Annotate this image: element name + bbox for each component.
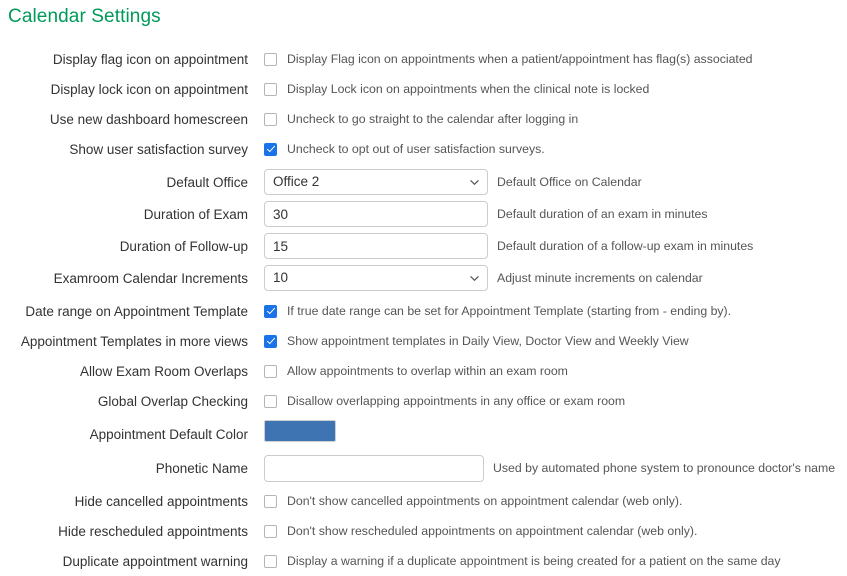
setting-label-duplicate-appointment-warning: Duplicate appointment warning (62, 554, 248, 569)
setting-control-date-range-appointment-template: If true date range can be set for Appoin… (248, 296, 847, 326)
setting-label-duration-of-followup: Duration of Follow-up (119, 239, 248, 254)
setting-label-appointment-templates-more-views: Appointment Templates in more views (20, 334, 248, 349)
setting-hint-hide-cancelled-appointments: Don't show cancelled appointments on app… (287, 493, 683, 508)
checkbox-new-dashboard-homescreen[interactable] (264, 112, 277, 126)
setting-row-display-lock-icon: Display lock icon on appointment Display… (0, 74, 847, 104)
checkbox-allow-exam-room-overlaps[interactable] (264, 364, 277, 378)
examroom-calendar-increments-select[interactable]: 10 (264, 265, 488, 291)
checkbox-hide-rescheduled-appointments[interactable] (264, 524, 277, 538)
setting-row-phonetic-name: Phonetic Name Used by automated phone sy… (0, 452, 847, 484)
setting-hint-phonetic-name: Used by automated phone system to pronou… (493, 460, 836, 475)
setting-control-new-dashboard-homescreen: Uncheck to go straight to the calendar a… (248, 104, 847, 134)
setting-label-default-office: Default Office (166, 175, 248, 190)
calendar-settings-page: Calendar Settings Display flag icon on a… (0, 0, 847, 571)
setting-control-appointment-templates-more-views: Show appointment templates in Daily View… (248, 326, 847, 356)
setting-row-duplicate-appointment-warning: Duplicate appointment warning Display a … (0, 546, 847, 576)
setting-row-hide-rescheduled-appointments: Hide rescheduled appointments Don't show… (0, 516, 847, 546)
setting-hint-display-flag-icon: Display Flag icon on appointments when a… (287, 51, 753, 66)
checkbox-date-range-appointment-template[interactable] (264, 304, 277, 318)
setting-hint-new-dashboard-homescreen: Uncheck to go straight to the calendar a… (287, 111, 579, 126)
setting-row-global-overlap-checking: Global Overlap Checking Disallow overlap… (0, 386, 847, 416)
setting-control-hide-cancelled-appointments: Don't show cancelled appointments on app… (248, 486, 847, 516)
duration-of-exam-input[interactable] (264, 201, 488, 227)
setting-control-duration-of-followup: Default duration of a follow-up exam in … (248, 230, 847, 262)
setting-control-appointment-default-color (248, 418, 847, 452)
setting-control-duration-of-exam: Default duration of an exam in minutes (248, 198, 847, 230)
setting-hint-duration-of-exam: Default duration of an exam in minutes (497, 206, 708, 221)
setting-hint-global-overlap-checking: Disallow overlapping appointments in any… (287, 393, 626, 408)
setting-hint-date-range-appointment-template: If true date range can be set for Appoin… (287, 303, 732, 318)
setting-label-display-lock-icon: Display lock icon on appointment (50, 82, 248, 97)
page-title: Calendar Settings (8, 6, 161, 27)
setting-hint-default-office: Default Office on Calendar (497, 174, 642, 189)
setting-control-allow-exam-room-overlaps: Allow appointments to overlap within an … (248, 356, 847, 386)
setting-control-hide-rescheduled-appointments: Don't show rescheduled appointments on a… (248, 516, 847, 546)
setting-label-examroom-calendar-increments: Examroom Calendar Increments (53, 271, 248, 286)
setting-control-global-overlap-checking: Disallow overlapping appointments in any… (248, 386, 847, 416)
setting-row-appointment-templates-more-views: Appointment Templates in more views Show… (0, 326, 847, 356)
setting-row-user-satisfaction-survey: Show user satisfaction survey Uncheck to… (0, 134, 847, 164)
setting-label-duration-of-exam: Duration of Exam (143, 207, 248, 222)
setting-label-hide-cancelled-appointments: Hide cancelled appointments (74, 494, 248, 509)
setting-label-global-overlap-checking: Global Overlap Checking (97, 394, 248, 409)
setting-row-appointment-default-color: Appointment Default Color (0, 418, 847, 452)
setting-label-phonetic-name: Phonetic Name (155, 461, 248, 476)
default-office-select[interactable]: Office 2 (264, 169, 488, 195)
setting-hint-user-satisfaction-survey: Uncheck to opt out of user satisfaction … (287, 141, 545, 156)
setting-label-hide-rescheduled-appointments: Hide rescheduled appointments (58, 524, 248, 539)
setting-control-phonetic-name: Used by automated phone system to pronou… (248, 452, 847, 484)
setting-label-new-dashboard-homescreen: Use new dashboard homescreen (49, 112, 248, 127)
checkbox-duplicate-appointment-warning[interactable] (264, 554, 277, 568)
duration-of-followup-input[interactable] (264, 233, 488, 259)
setting-hint-duplicate-appointment-warning: Display a warning if a duplicate appoint… (287, 553, 781, 568)
phonetic-name-input[interactable] (264, 454, 484, 482)
checkbox-display-lock-icon[interactable] (264, 82, 277, 96)
checkbox-global-overlap-checking[interactable] (264, 394, 277, 408)
default-office-select-wrapper: Office 2 (264, 169, 488, 195)
setting-hint-examroom-calendar-increments: Adjust minute increments on calendar (497, 270, 703, 285)
setting-label-display-flag-icon: Display flag icon on appointment (52, 52, 248, 67)
setting-row-default-office: Default Office Office 2 Default Office o… (0, 166, 847, 198)
setting-row-duration-of-exam: Duration of Exam Default duration of an … (0, 198, 847, 230)
setting-control-user-satisfaction-survey: Uncheck to opt out of user satisfaction … (248, 134, 847, 164)
setting-row-new-dashboard-homescreen: Use new dashboard homescreen Uncheck to … (0, 104, 847, 134)
setting-row-examroom-calendar-increments: Examroom Calendar Increments 10 Adjust m… (0, 262, 847, 294)
checkbox-display-flag-icon[interactable] (264, 52, 277, 66)
setting-label-date-range-appointment-template: Date range on Appointment Template (25, 304, 248, 319)
settings-form: Display flag icon on appointment Display… (0, 44, 847, 576)
setting-control-default-office: Office 2 Default Office on Calendar (248, 166, 847, 198)
setting-hint-duration-of-followup: Default duration of a follow-up exam in … (497, 238, 754, 253)
setting-control-display-lock-icon: Display Lock icon on appointments when t… (248, 74, 847, 104)
examroom-calendar-increments-select-wrapper: 10 (264, 265, 488, 291)
setting-row-date-range-appointment-template: Date range on Appointment Template If tr… (0, 296, 847, 326)
checkbox-appointment-templates-more-views[interactable] (264, 334, 277, 348)
setting-row-duration-of-followup: Duration of Follow-up Default duration o… (0, 230, 847, 262)
setting-hint-appointment-templates-more-views: Show appointment templates in Daily View… (287, 333, 689, 348)
setting-hint-allow-exam-room-overlaps: Allow appointments to overlap within an … (287, 363, 568, 378)
setting-hint-hide-rescheduled-appointments: Don't show rescheduled appointments on a… (287, 523, 698, 538)
setting-control-examroom-calendar-increments: 10 Adjust minute increments on calendar (248, 262, 847, 294)
setting-label-appointment-default-color: Appointment Default Color (89, 427, 248, 442)
setting-control-duplicate-appointment-warning: Display a warning if a duplicate appoint… (248, 546, 847, 576)
setting-label-allow-exam-room-overlaps: Allow Exam Room Overlaps (79, 364, 248, 379)
appointment-default-color-swatch[interactable] (264, 420, 336, 442)
setting-row-allow-exam-room-overlaps: Allow Exam Room Overlaps Allow appointme… (0, 356, 847, 386)
checkbox-hide-cancelled-appointments[interactable] (264, 494, 277, 508)
setting-hint-display-lock-icon: Display Lock icon on appointments when t… (287, 81, 650, 96)
setting-label-user-satisfaction-survey: Show user satisfaction survey (69, 142, 248, 157)
checkbox-user-satisfaction-survey[interactable] (264, 142, 277, 156)
setting-row-hide-cancelled-appointments: Hide cancelled appointments Don't show c… (0, 486, 847, 516)
setting-control-display-flag-icon: Display Flag icon on appointments when a… (248, 44, 847, 74)
setting-row-display-flag-icon: Display flag icon on appointment Display… (0, 44, 847, 74)
